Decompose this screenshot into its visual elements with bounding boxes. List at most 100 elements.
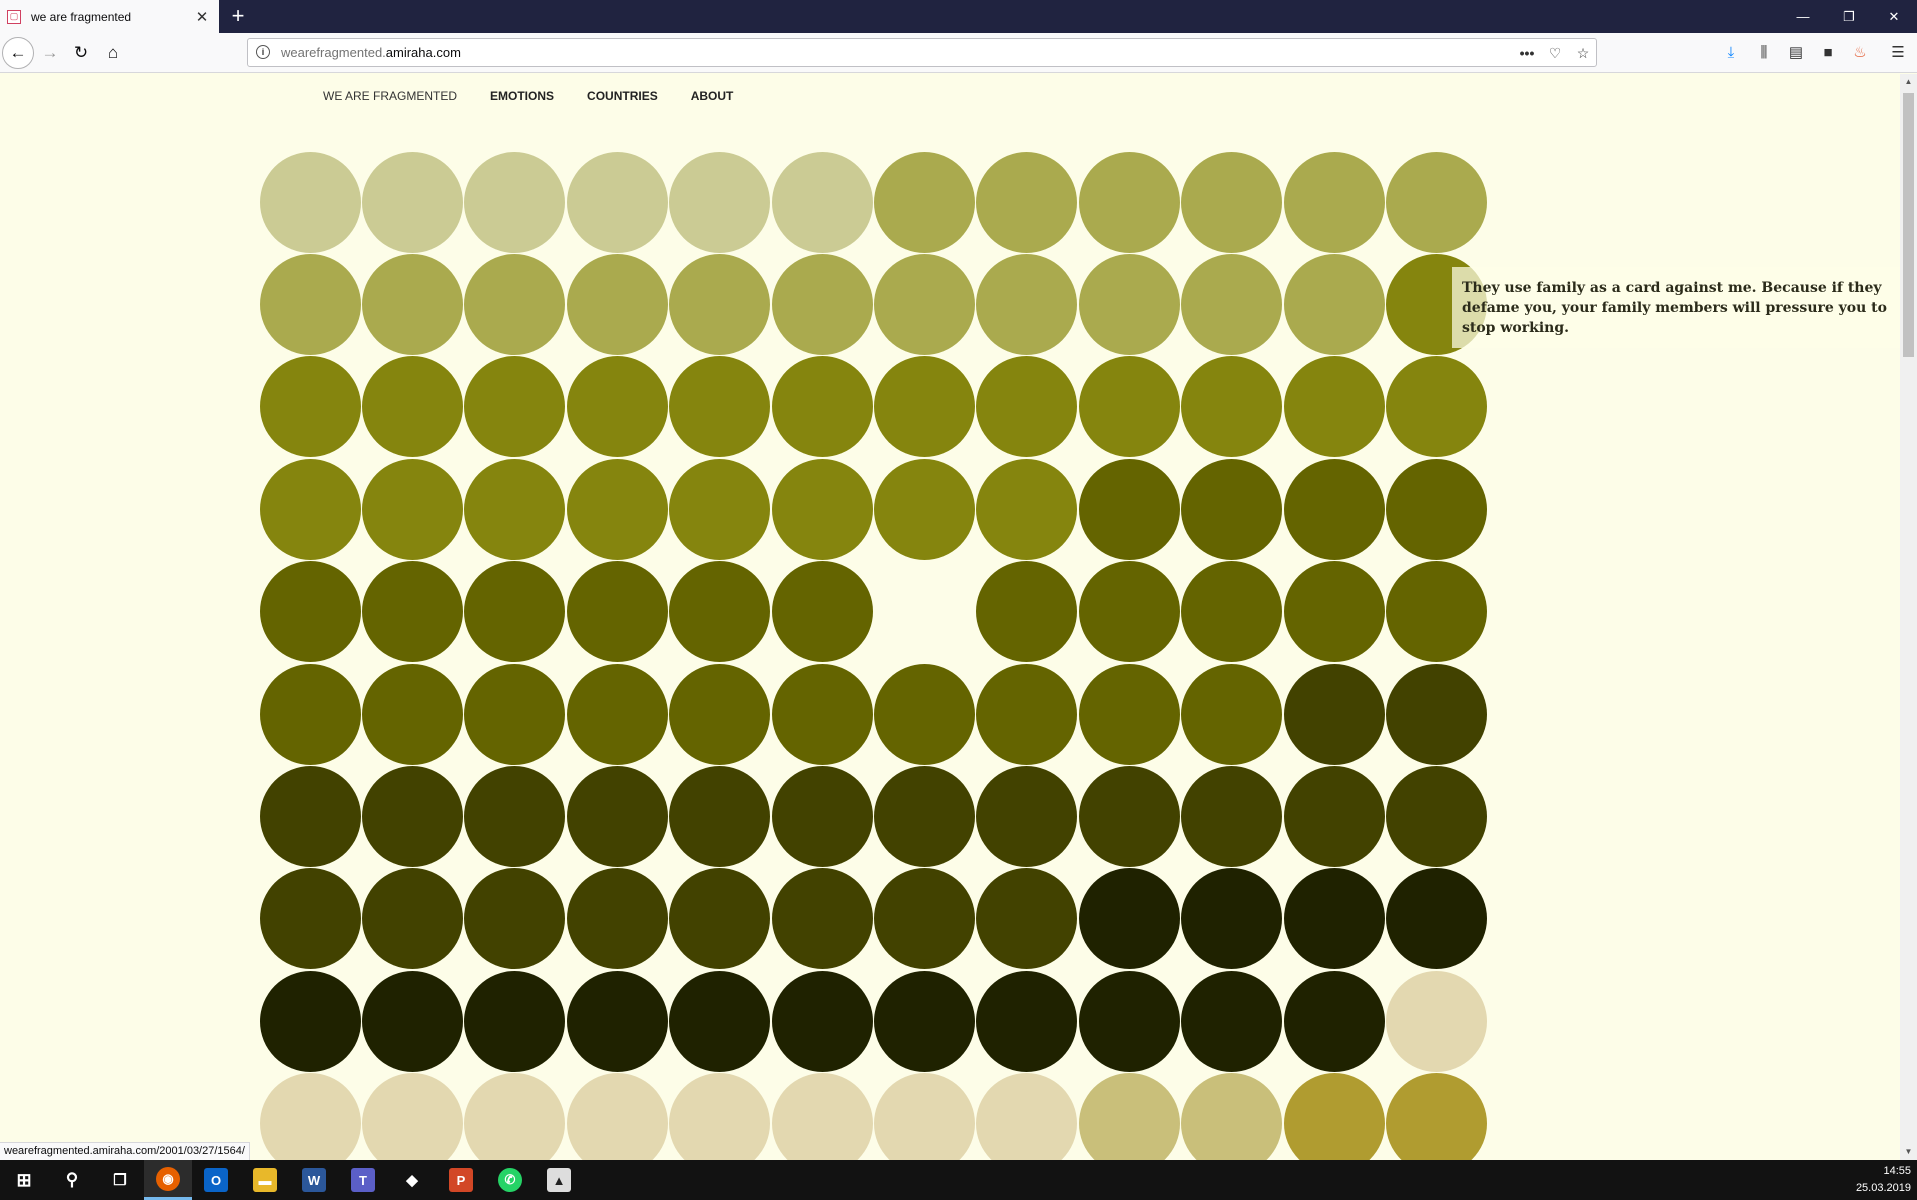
emotion-dot[interactable] [464, 356, 566, 458]
emotion-dot[interactable] [464, 663, 566, 765]
word-icon[interactable]: W [290, 1160, 338, 1200]
emotion-dot[interactable] [873, 151, 975, 253]
emotion-dot[interactable] [976, 868, 1078, 970]
emotion-dot[interactable] [976, 151, 1078, 253]
system-clock[interactable]: 14:55 25.03.2019 [1856, 1163, 1911, 1197]
emotion-dot[interactable] [1078, 356, 1180, 458]
emotion-dot[interactable] [566, 561, 668, 663]
emotion-dot[interactable] [1078, 1073, 1180, 1160]
emotion-dot[interactable] [1181, 765, 1283, 867]
emotion-dot[interactable] [669, 970, 771, 1072]
downloads-icon[interactable]: ⤓ [1717, 39, 1745, 67]
emotion-dot[interactable] [361, 765, 463, 867]
emotion-dot[interactable] [771, 151, 873, 253]
whatsapp-icon[interactable]: ✆ [486, 1160, 534, 1200]
emotion-dot[interactable] [361, 663, 463, 765]
emotion-dot[interactable] [1283, 151, 1385, 253]
search-icon[interactable]: ⚲ [48, 1160, 96, 1200]
emotion-dot[interactable] [771, 663, 873, 765]
emotion-dot[interactable] [566, 663, 668, 765]
back-button[interactable]: ← [2, 37, 34, 69]
emotion-dot[interactable] [771, 561, 873, 663]
emotion-dot[interactable] [669, 253, 771, 355]
emotion-dot[interactable] [259, 765, 361, 867]
emotion-dot[interactable] [976, 663, 1078, 765]
forward-button[interactable]: → [36, 39, 64, 67]
emotion-dot[interactable] [873, 868, 975, 970]
restore-button[interactable]: ❐ [1826, 0, 1872, 33]
nav-link-emotions[interactable]: EMOTIONS [490, 89, 554, 103]
emotion-dot[interactable] [873, 663, 975, 765]
emotion-dot[interactable] [361, 561, 463, 663]
emotion-dot[interactable] [1181, 356, 1283, 458]
bookmark-star-icon[interactable]: ☆ [1572, 43, 1594, 63]
emotion-dot[interactable] [361, 868, 463, 970]
emotion-dot[interactable] [771, 765, 873, 867]
emotion-dot[interactable] [566, 970, 668, 1072]
emotion-dot[interactable] [1078, 663, 1180, 765]
emotion-dot[interactable] [1078, 561, 1180, 663]
emotion-dot[interactable] [771, 970, 873, 1072]
sidebar-icon[interactable]: ▤ [1782, 39, 1810, 67]
new-tab-button[interactable]: + [227, 3, 249, 29]
emotion-dot[interactable] [1283, 253, 1385, 355]
emotion-dot[interactable] [771, 253, 873, 355]
emotion-dot[interactable] [669, 1073, 771, 1160]
emotion-dot[interactable] [1181, 561, 1283, 663]
emotion-dot[interactable] [1078, 253, 1180, 355]
emotion-dot[interactable] [1283, 356, 1385, 458]
emotion-dot[interactable] [976, 1073, 1078, 1160]
emotion-dot[interactable] [1385, 356, 1487, 458]
emotion-dot[interactable] [1283, 458, 1385, 560]
menu-icon[interactable]: ☰ [1884, 39, 1912, 67]
emotion-dot[interactable] [464, 868, 566, 970]
emotion-dot[interactable] [566, 765, 668, 867]
address-bar[interactable]: i wearefragmented.amiraha.com ••• ♡ ☆ [247, 38, 1597, 67]
emotion-dot[interactable] [361, 356, 463, 458]
page-scrollbar[interactable]: ▲ ▼ [1900, 74, 1917, 1160]
emotion-dot[interactable] [1181, 868, 1283, 970]
emotion-dot[interactable] [566, 458, 668, 560]
emotion-dot[interactable] [873, 1073, 975, 1160]
extension-icon[interactable]: ■ [1814, 39, 1842, 67]
emotion-dot[interactable] [873, 458, 975, 560]
emotion-dot[interactable] [361, 1073, 463, 1160]
emotion-dot[interactable] [361, 253, 463, 355]
url-text[interactable]: wearefragmented.amiraha.com [281, 45, 461, 60]
emotion-dot[interactable] [464, 970, 566, 1072]
close-window-button[interactable]: ✕ [1871, 0, 1917, 33]
browser-tab[interactable]: ▢ we are fragmented ✕ [0, 0, 219, 33]
emotion-dot[interactable] [259, 663, 361, 765]
emotion-dot[interactable] [873, 253, 975, 355]
emotion-dot[interactable] [771, 356, 873, 458]
pocket-icon[interactable]: ♡ [1544, 43, 1566, 63]
emotion-dot[interactable] [669, 868, 771, 970]
emotion-dot[interactable] [1283, 970, 1385, 1072]
extension-fire-icon[interactable]: ♨ [1846, 39, 1874, 67]
emotion-dot[interactable] [1078, 765, 1180, 867]
emotion-dot[interactable] [259, 253, 361, 355]
emotion-dot[interactable] [669, 458, 771, 560]
emotion-dot[interactable] [566, 1073, 668, 1160]
emotion-dot[interactable] [1283, 561, 1385, 663]
emotion-dot[interactable] [566, 253, 668, 355]
scrollbar-thumb[interactable] [1903, 93, 1914, 357]
app-icon[interactable]: ◆ [388, 1160, 436, 1200]
emotion-dot[interactable] [1181, 151, 1283, 253]
reload-button[interactable]: ↻ [67, 39, 95, 67]
emotion-dot[interactable] [873, 970, 975, 1072]
emotion-dot[interactable] [1181, 970, 1283, 1072]
emotion-dot[interactable] [1385, 458, 1487, 560]
emotion-dot[interactable] [873, 765, 975, 867]
emotion-dot[interactable] [669, 663, 771, 765]
emotion-dot[interactable] [1181, 663, 1283, 765]
emotion-dot[interactable] [566, 868, 668, 970]
emotion-dot[interactable] [1385, 561, 1487, 663]
emotion-dot[interactable] [259, 458, 361, 560]
emotion-dot[interactable] [464, 458, 566, 560]
emotion-dot[interactable] [873, 356, 975, 458]
emotion-dot[interactable] [669, 765, 771, 867]
teams-icon[interactable]: T [339, 1160, 387, 1200]
emotion-dot[interactable] [259, 151, 361, 253]
emotion-dot[interactable] [1181, 458, 1283, 560]
